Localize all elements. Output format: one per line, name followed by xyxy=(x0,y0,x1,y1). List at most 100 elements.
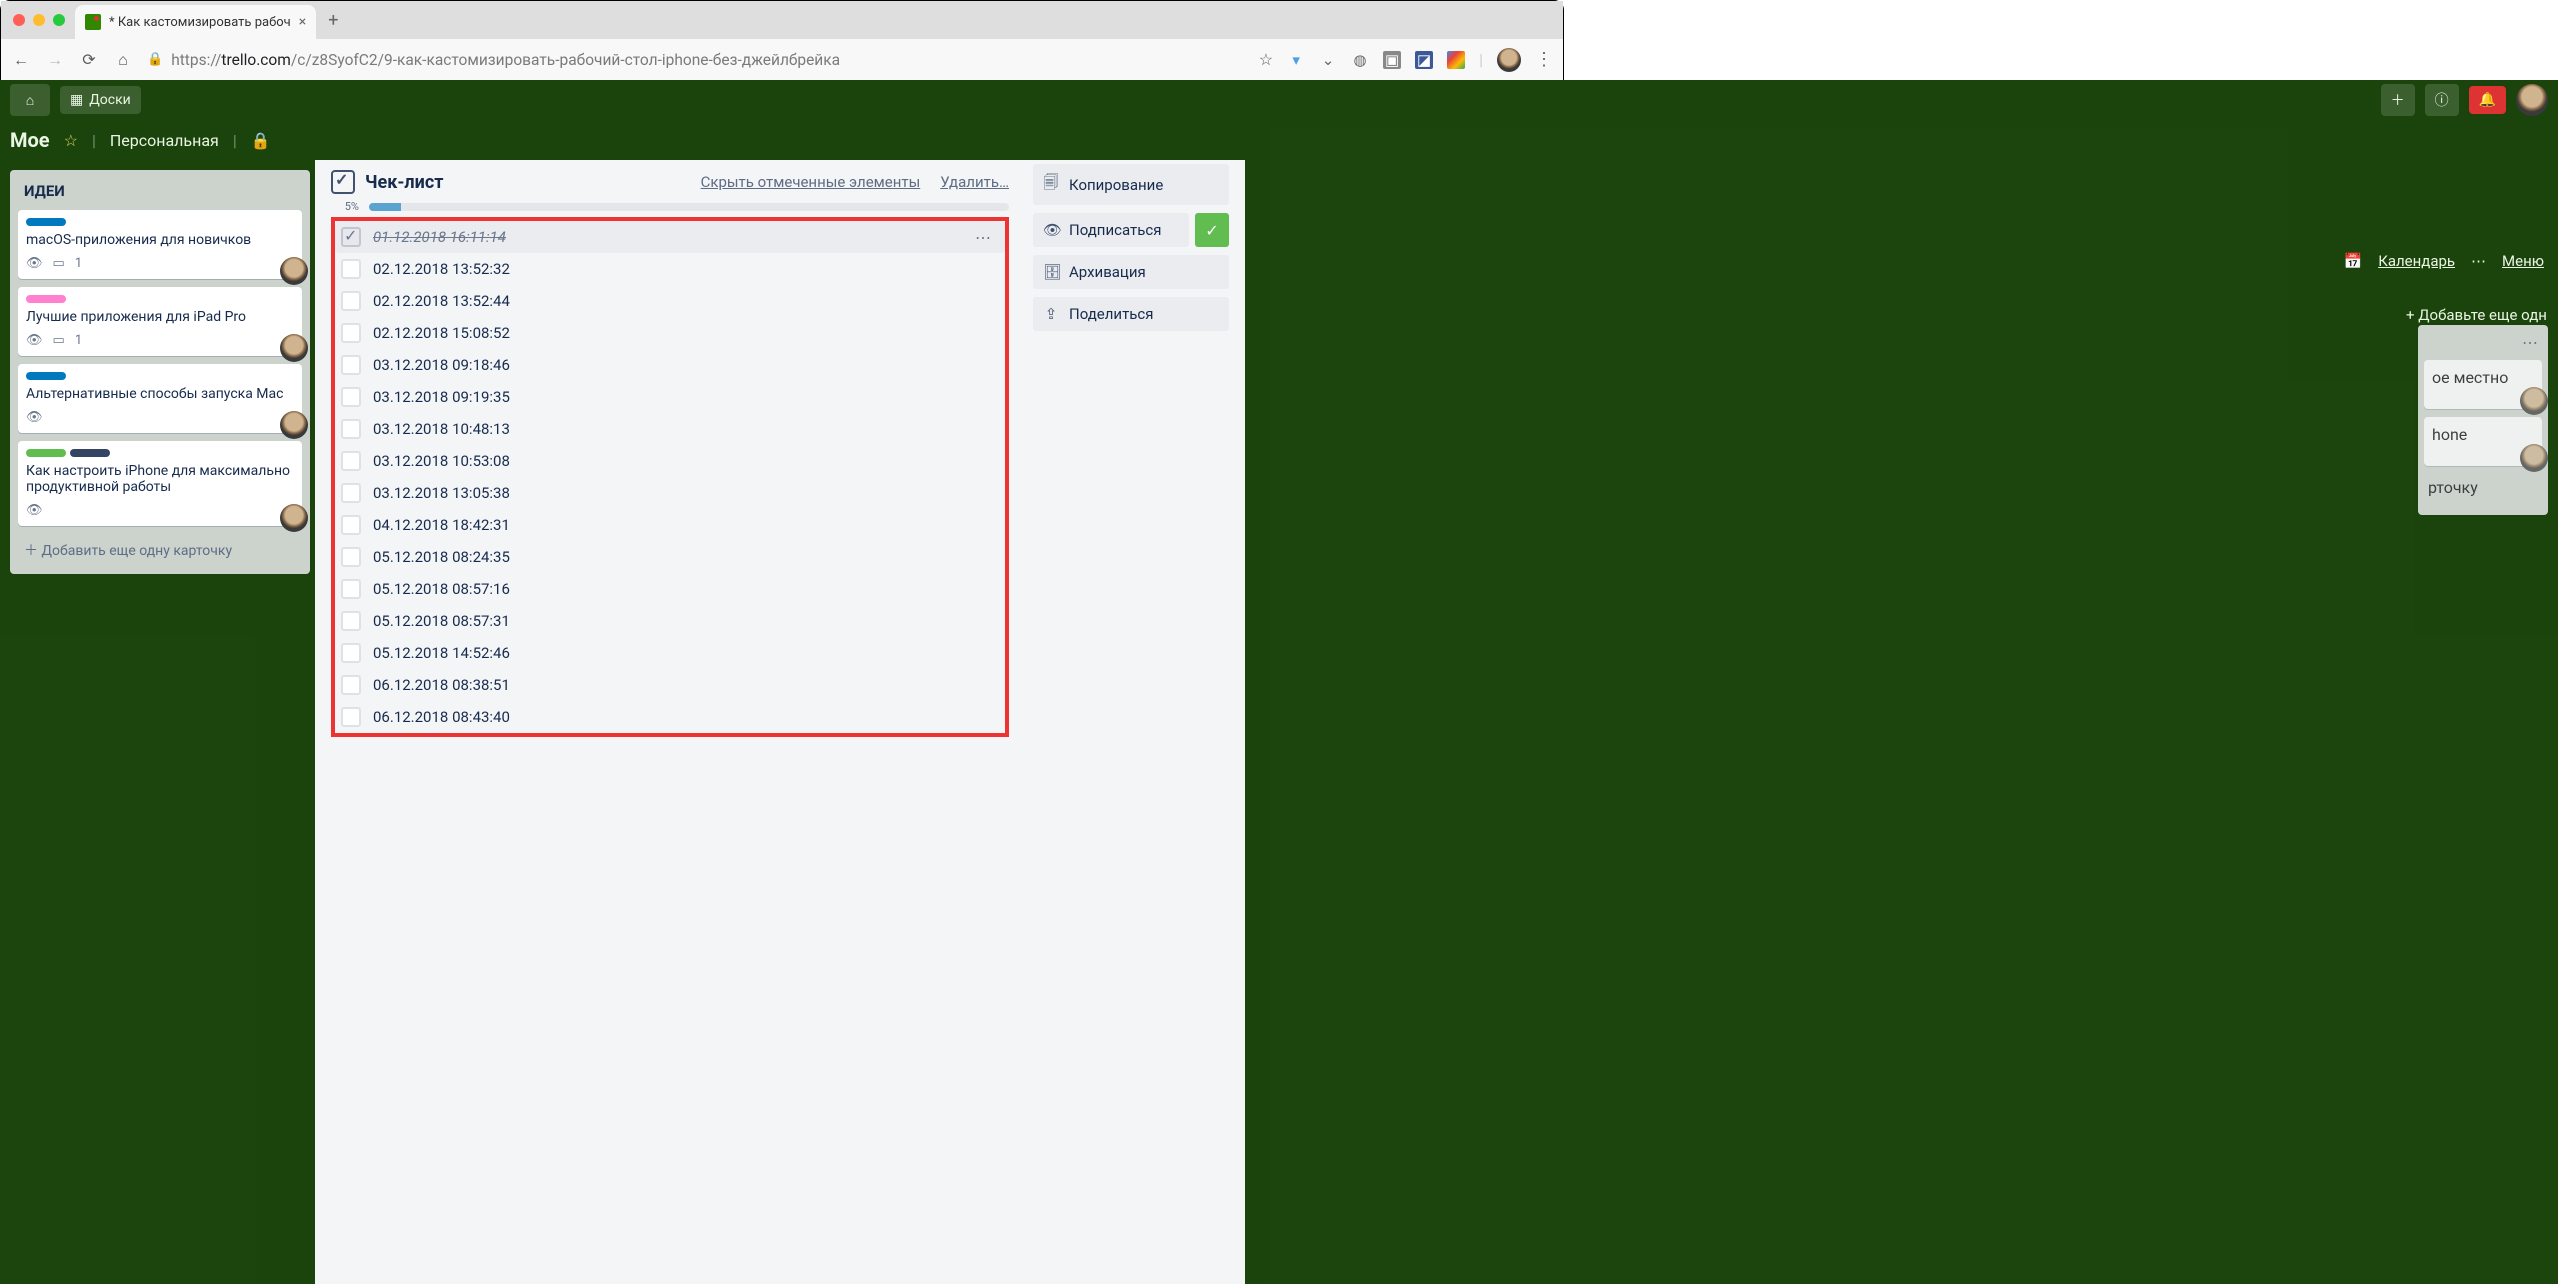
list-title[interactable]: ИДЕИ xyxy=(18,178,302,210)
checklist-icon xyxy=(331,170,355,194)
checkbox[interactable] xyxy=(341,291,361,311)
checkbox[interactable] xyxy=(341,579,361,599)
add-card-button[interactable]: ＋ Добавить еще одну карточку xyxy=(18,534,302,566)
checklist-item[interactable]: 05.12.2018 08:57:16 ⋯ xyxy=(335,573,1005,605)
list-card[interactable]: Альтернативные способы запуска Mac 👁 xyxy=(18,364,302,433)
checkbox[interactable] xyxy=(341,547,361,567)
browser-menu-icon[interactable]: ⋮ xyxy=(1535,49,1553,70)
checklist-item[interactable]: 05.12.2018 08:24:35 ⋯ xyxy=(335,541,1005,573)
checklist-item[interactable]: 06.12.2018 08:38:51 ⋯ xyxy=(335,669,1005,701)
team-label[interactable]: Персональная xyxy=(110,131,219,150)
checklist-item-text: 02.12.2018 15:08:52 xyxy=(373,324,510,342)
google-icon[interactable] xyxy=(1447,51,1465,69)
checkbox[interactable] xyxy=(341,227,361,247)
copy-button[interactable]: 🗐Копирование xyxy=(1033,164,1229,205)
archive-button[interactable]: 🗄Архивация xyxy=(1033,255,1229,289)
watch-icon: 👁 xyxy=(26,333,43,348)
member-avatar xyxy=(280,334,308,362)
watch-icon: 👁 xyxy=(26,256,43,271)
ext-icon-1[interactable]: ▾ xyxy=(1287,51,1305,69)
bookmark-star-icon[interactable]: ☆ xyxy=(1259,50,1273,69)
forward-icon[interactable]: → xyxy=(45,50,65,70)
pocket-icon[interactable]: ⌄ xyxy=(1319,51,1337,69)
checklist-item[interactable]: 03.12.2018 10:53:08 ⋯ xyxy=(335,445,1005,477)
checkbox[interactable] xyxy=(341,355,361,375)
label-pink xyxy=(26,295,66,303)
checklist-item[interactable]: 02.12.2018 15:08:52 ⋯ xyxy=(335,317,1005,349)
checklist-header: Чек-лист Скрыть отмеченные элементы Удал… xyxy=(331,170,1009,194)
card-fragment-1[interactable]: ое местно xyxy=(2424,360,2542,409)
checklist-item[interactable]: 02.12.2018 13:52:44 ⋯ xyxy=(335,285,1005,317)
card-fragment-3[interactable]: рточку xyxy=(2424,474,2542,501)
item-menu-icon[interactable]: ⋯ xyxy=(975,228,993,247)
checkbox[interactable] xyxy=(341,515,361,535)
globe-icon[interactable]: ◍ xyxy=(1351,51,1369,69)
checkbox[interactable] xyxy=(341,259,361,279)
share-button[interactable]: ⇪Поделиться xyxy=(1033,297,1229,331)
star-icon[interactable]: ☆ xyxy=(64,131,78,150)
checklist-item-text: 02.12.2018 13:52:44 xyxy=(373,292,510,310)
list-card[interactable]: macOS-приложения для новичков 👁▭1 xyxy=(18,210,302,279)
url-box[interactable]: 🔒 https://trello.com/c/z8SyofC2/9-как-ка… xyxy=(147,51,1245,69)
checkbox[interactable] xyxy=(341,483,361,503)
list-card[interactable]: Как настроить iPhone для максимально про… xyxy=(18,441,302,526)
ext-icon-4[interactable]: ▣ xyxy=(1383,51,1401,69)
calendar-link[interactable]: Календарь xyxy=(2378,252,2455,270)
checkbox[interactable] xyxy=(341,675,361,695)
list-card[interactable]: Лучшие приложения для iPad Pro 👁▭1 xyxy=(18,287,302,356)
reload-icon[interactable]: ⟳ xyxy=(79,50,99,69)
new-tab-button[interactable]: + xyxy=(328,10,338,31)
checkbox[interactable] xyxy=(341,323,361,343)
card-title: ое местно xyxy=(2432,368,2508,387)
checkbox[interactable] xyxy=(341,419,361,439)
list-menu-icon[interactable]: ⋯ xyxy=(2424,331,2542,360)
window-close-icon[interactable] xyxy=(13,14,25,26)
favicon-icon xyxy=(85,14,101,30)
checklist-item-text: 05.12.2018 08:57:31 xyxy=(373,612,510,630)
checkbox[interactable] xyxy=(341,387,361,407)
add-list-button[interactable]: + Добавьте еще одн xyxy=(2398,298,2558,332)
checklist-item-text: 03.12.2018 09:19:35 xyxy=(373,388,510,406)
add-button[interactable]: ＋ xyxy=(2381,84,2415,116)
card-title: Как настроить iPhone для максимально про… xyxy=(26,463,294,495)
checklist-item[interactable]: 06.12.2018 08:43:40 ⋯ xyxy=(335,701,1005,733)
boards-button[interactable]: ▦Доски xyxy=(60,86,141,114)
checklist-item[interactable]: 03.12.2018 09:18:46 ⋯ xyxy=(335,349,1005,381)
card-fragment-2[interactable]: hone xyxy=(2424,417,2542,466)
checklist-item[interactable]: 05.12.2018 08:57:31 ⋯ xyxy=(335,605,1005,637)
checklist-item[interactable]: 03.12.2018 10:48:13 ⋯ xyxy=(335,413,1005,445)
tab-close-icon[interactable]: × xyxy=(299,14,306,30)
count: 1 xyxy=(75,256,82,271)
checklist-title[interactable]: Чек-лист xyxy=(365,172,691,193)
checklist-item[interactable]: 02.12.2018 13:52:32 ⋯ xyxy=(335,253,1005,285)
window-zoom-icon[interactable] xyxy=(53,14,65,26)
user-avatar[interactable] xyxy=(2516,84,2548,116)
checkbox[interactable] xyxy=(341,611,361,631)
home-button[interactable]: ⌂ xyxy=(10,84,50,116)
subscribe-button[interactable]: 👁Подписаться xyxy=(1033,213,1189,247)
checklist-item[interactable]: 03.12.2018 13:05:38 ⋯ xyxy=(335,477,1005,509)
window-minimize-icon[interactable] xyxy=(33,14,45,26)
checkbox[interactable] xyxy=(341,451,361,471)
subscribed-indicator[interactable]: ✓ xyxy=(1195,213,1229,247)
checklist-item[interactable]: 04.12.2018 18:42:31 ⋯ xyxy=(335,509,1005,541)
profile-avatar-icon[interactable] xyxy=(1497,48,1521,72)
checklist-items: 01.12.2018 16:11:14 ⋯ 02.12.2018 13:52:3… xyxy=(331,217,1009,737)
menu-link[interactable]: Меню xyxy=(2502,252,2544,270)
checklist-item[interactable]: 01.12.2018 16:11:14 ⋯ xyxy=(335,221,1005,253)
browser-tab[interactable]: * Как кастомизировать рабоч × xyxy=(75,5,316,39)
checkbox[interactable] xyxy=(341,707,361,727)
privacy-icon[interactable]: 🔒 xyxy=(251,131,271,150)
card-dialog: Чек-лист Скрыть отмеченные элементы Удал… xyxy=(315,160,1245,1284)
checklist-item[interactable]: 03.12.2018 09:19:35 ⋯ xyxy=(335,381,1005,413)
ext-icon-5[interactable]: ◪ xyxy=(1415,51,1433,69)
home-icon[interactable]: ⌂ xyxy=(113,50,133,70)
hide-checked-link[interactable]: Скрыть отмеченные элементы xyxy=(701,173,921,191)
checklist-item[interactable]: 05.12.2018 14:52:46 ⋯ xyxy=(335,637,1005,669)
delete-checklist-link[interactable]: Удалить… xyxy=(940,173,1009,191)
checkbox[interactable] xyxy=(341,643,361,663)
info-button[interactable]: ⓘ xyxy=(2425,84,2459,116)
back-icon[interactable]: ← xyxy=(11,50,31,70)
board-name[interactable]: Мое xyxy=(10,128,50,152)
notifications-button[interactable]: 🔔 xyxy=(2469,86,2506,114)
